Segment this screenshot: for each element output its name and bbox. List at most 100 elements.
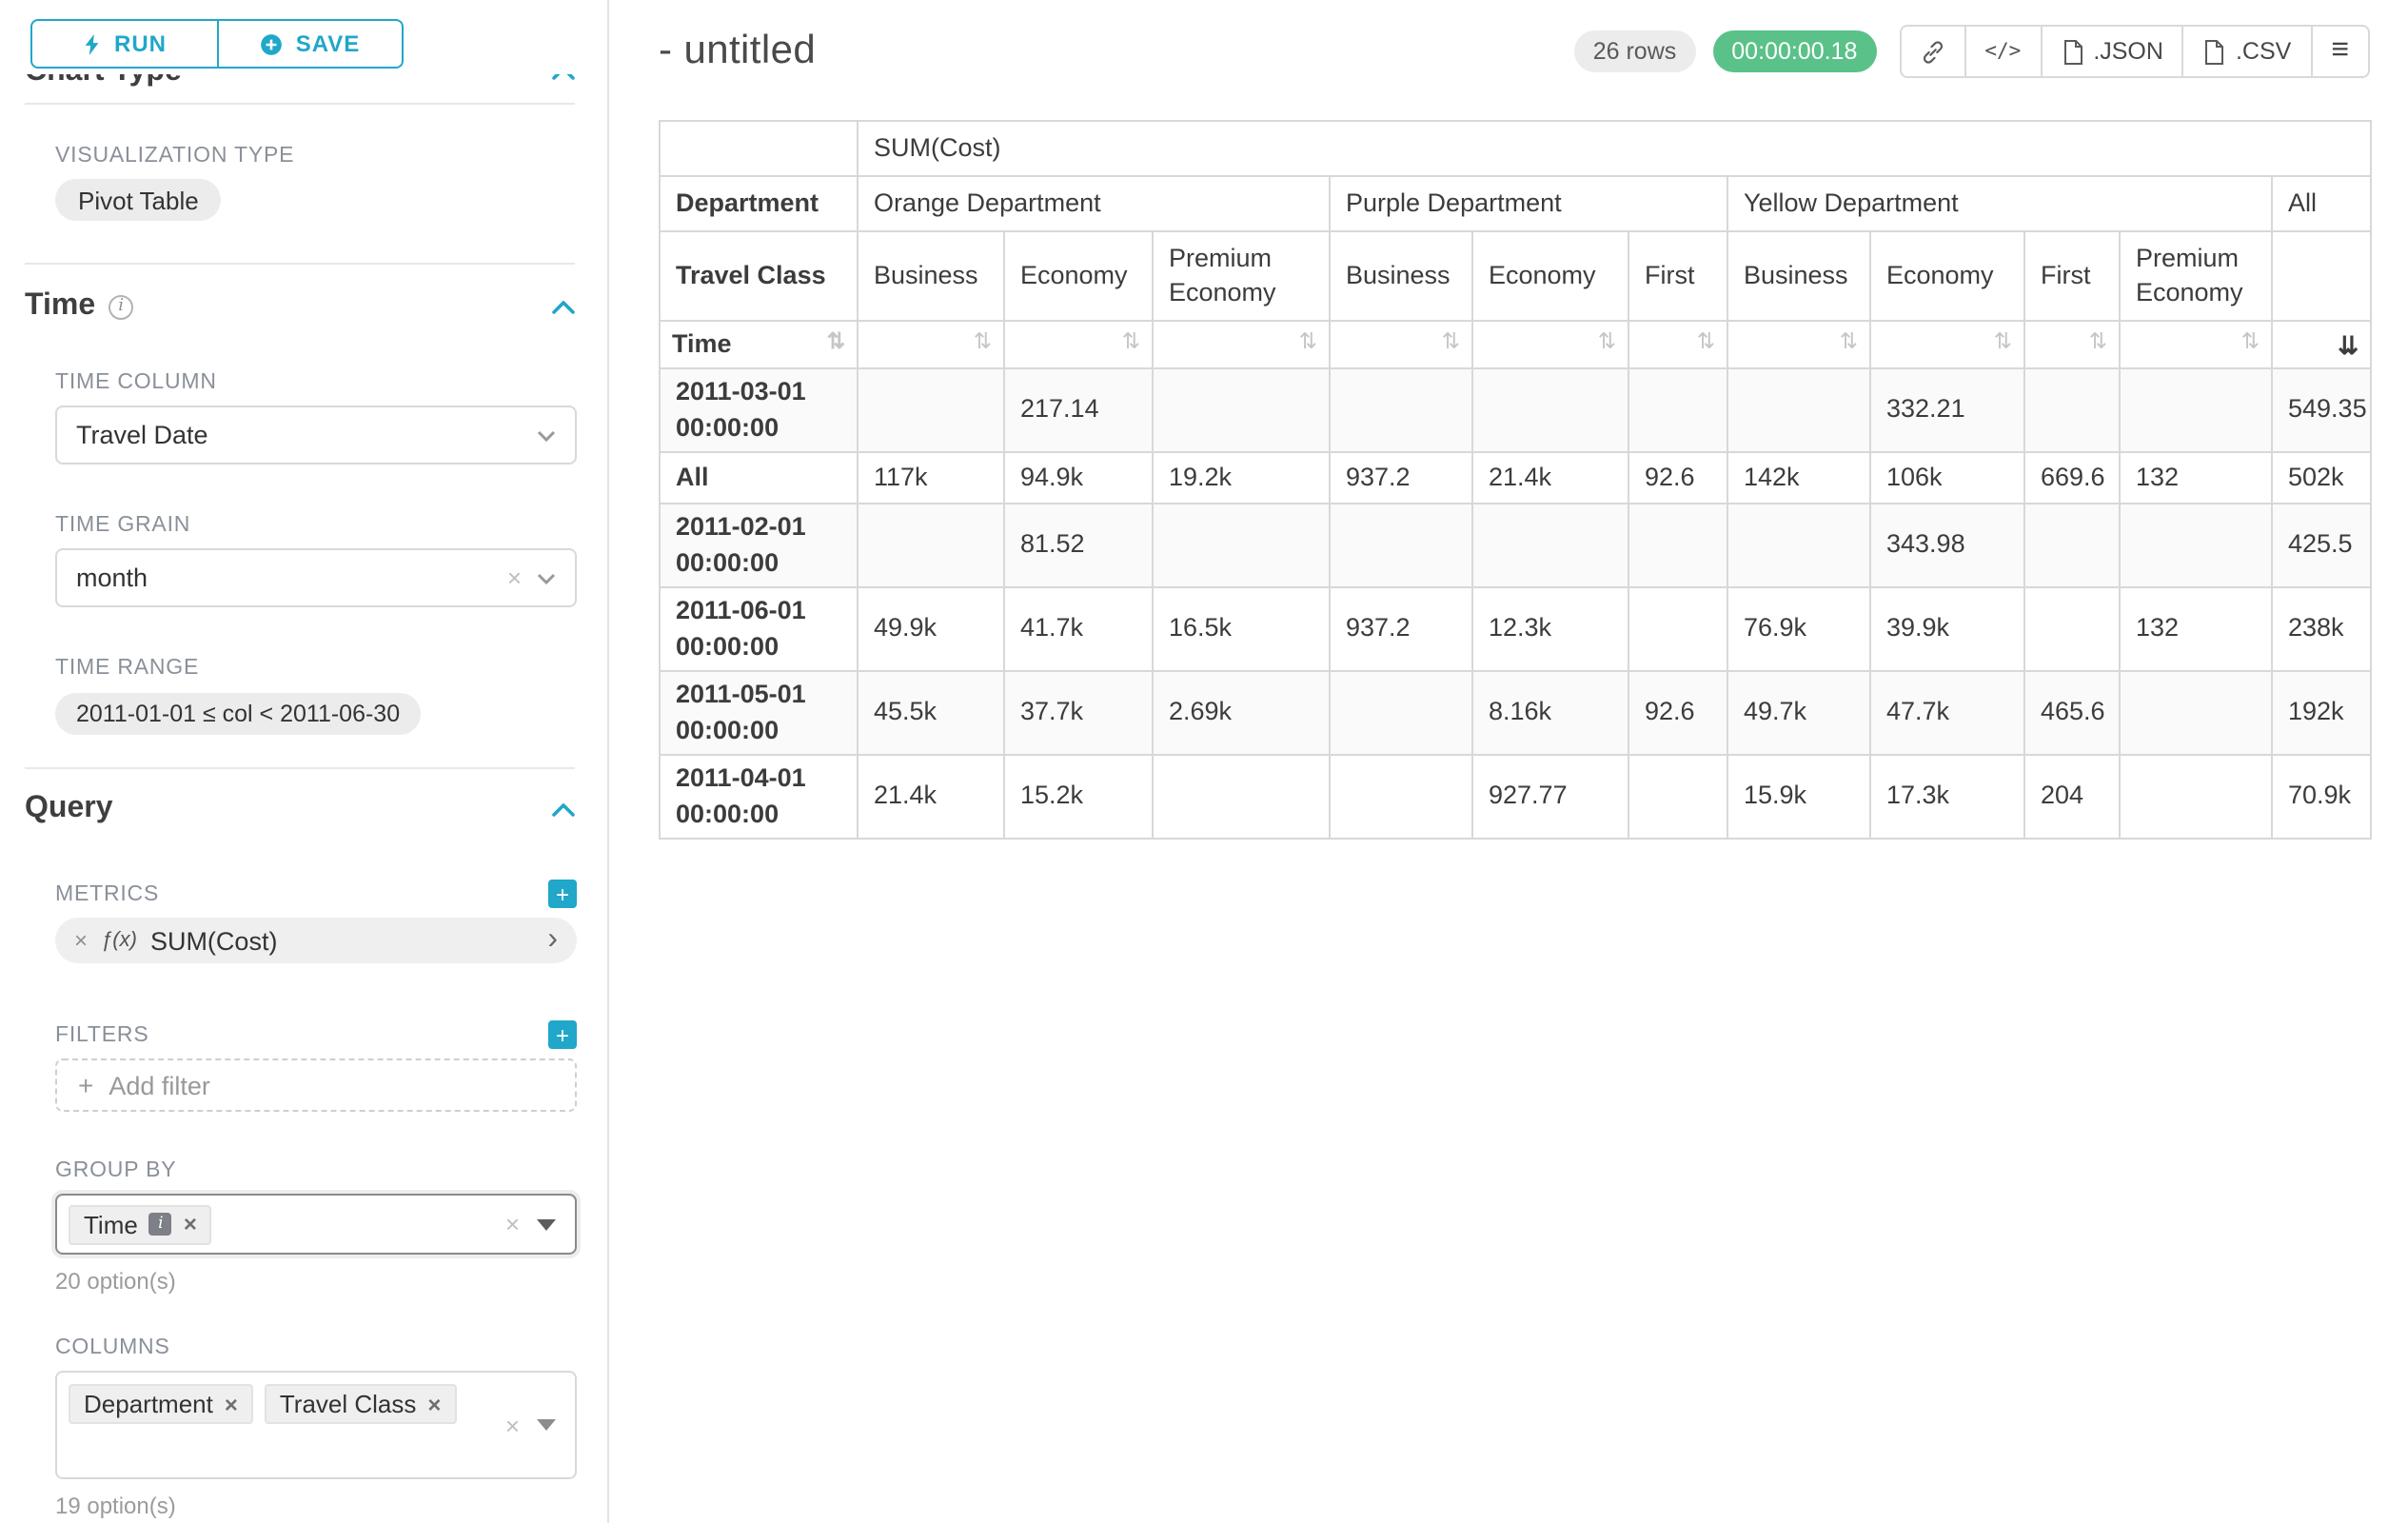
collapse-chevron-icon[interactable]	[552, 300, 575, 313]
value-cell	[1628, 368, 1727, 452]
sort-cell[interactable]: ⇅	[1153, 321, 1330, 368]
query-section-title: Query	[25, 792, 113, 826]
value-cell	[1628, 755, 1727, 839]
value-cell: 15.2k	[1004, 755, 1153, 839]
time-label-cell[interactable]: Time⇅	[660, 321, 858, 368]
chart-header: - untitled 26 rows 00:00:00.18 </>	[659, 25, 2370, 78]
value-cell: 81.52	[1004, 504, 1153, 587]
value-cell	[1330, 755, 1472, 839]
row-header-cell: 2011-05-01 00:00:00	[660, 671, 858, 755]
bolt-icon	[82, 31, 103, 56]
sort-cell[interactable]: ⇅	[858, 321, 1004, 368]
sort-icon[interactable]: ⇅	[1122, 334, 1140, 356]
csv-label: .CSV	[2236, 38, 2291, 65]
save-button[interactable]: SAVE	[216, 19, 404, 69]
clear-icon[interactable]: ×	[505, 1212, 520, 1236]
travel-class-cell: Business	[858, 231, 1004, 321]
value-cell: 76.9k	[1727, 587, 1870, 671]
sort-icon[interactable]: ⇅	[2089, 334, 2107, 356]
value-cell	[858, 368, 1004, 452]
sort-icon[interactable]: ⇅	[1598, 334, 1616, 356]
columns-label: COLUMNS	[55, 1336, 575, 1359]
embed-code-button[interactable]: </>	[1964, 25, 2042, 78]
time-range-pill[interactable]: 2011-01-01 ≤ col < 2011-06-30	[55, 693, 421, 735]
value-cell: 669.6	[2024, 452, 2120, 504]
sort-cell[interactable]: ⇅	[1472, 321, 1628, 368]
chart-area: - untitled 26 rows 00:00:00.18 </>	[609, 0, 2408, 1523]
time-section-title: Time	[25, 289, 95, 324]
value-tag[interactable]: Department×	[69, 1384, 253, 1424]
collapse-chevron-icon[interactable]	[552, 802, 575, 816]
value-cell: 425.5	[2272, 504, 2371, 587]
group-by-options-hint: 20 option(s)	[55, 1268, 575, 1295]
value-cell: 132	[2120, 587, 2272, 671]
table-row: 2011-05-01 00:00:0045.5k37.7k2.69k8.16k9…	[660, 671, 2371, 755]
columns-tags: Department× Travel Class×	[69, 1384, 456, 1424]
clear-icon[interactable]: ×	[505, 1413, 520, 1437]
add-filter-button[interactable]: + Add filter	[55, 1058, 577, 1112]
export-json-button[interactable]: .JSON	[2040, 25, 2184, 78]
sort-icon[interactable]: ⇅	[1442, 334, 1460, 356]
sort-cell[interactable]: ⇅	[1330, 321, 1472, 368]
time-grain-value: month	[76, 564, 148, 592]
value-cell: 21.4k	[1472, 452, 1628, 504]
value-cell: 19.2k	[1153, 452, 1330, 504]
remove-tag-icon[interactable]: ×	[427, 1393, 441, 1415]
value-tag[interactable]: Travel Class×	[265, 1384, 457, 1424]
remove-tag-icon[interactable]: ×	[225, 1393, 238, 1415]
sort-icon[interactable]: ⇅	[1697, 334, 1715, 356]
collapse-chevron-icon[interactable]	[552, 74, 575, 79]
tag-label: Time	[84, 1210, 138, 1238]
sort-cell[interactable]: ⇅	[1004, 321, 1153, 368]
menu-button[interactable]: ≡	[2310, 25, 2370, 78]
value-cell	[858, 504, 1004, 587]
chart-title[interactable]: - untitled	[659, 29, 816, 74]
value-cell	[1472, 368, 1628, 452]
file-icon	[2203, 39, 2226, 64]
sort-cell[interactable]: ⇅	[2024, 321, 2120, 368]
department-group-cell: Yellow Department	[1727, 176, 2272, 231]
divider	[25, 263, 575, 265]
add-filter-plus-button[interactable]: +	[548, 1020, 577, 1049]
columns-select[interactable]: Department× Travel Class× ×	[55, 1371, 577, 1479]
add-metric-button[interactable]: +	[548, 880, 577, 908]
add-filter-label: Add filter	[109, 1071, 210, 1099]
visualization-type-pill[interactable]: Pivot Table	[55, 179, 222, 221]
clear-icon[interactable]: ×	[507, 565, 522, 590]
sort-cell[interactable]: ⇅	[2120, 321, 2272, 368]
sort-icon[interactable]: ⇅	[1994, 334, 2012, 356]
remove-metric-icon[interactable]: ×	[74, 927, 88, 954]
travel-class-cell: Business	[1330, 231, 1472, 321]
sort-icon[interactable]: ⇅	[1299, 334, 1317, 356]
value-cell: 41.7k	[1004, 587, 1153, 671]
value-cell	[1153, 368, 1330, 452]
sort-cell[interactable]: ⇊	[2272, 321, 2371, 368]
sort-icon[interactable]: ⇅	[1840, 334, 1858, 356]
value-cell: 192k	[2272, 671, 2371, 755]
plus-icon: +	[78, 1072, 93, 1098]
value-tag[interactable]: Timei×	[69, 1204, 212, 1244]
sort-descending-icon[interactable]: ⇊	[2338, 332, 2359, 357]
sort-cell[interactable]: ⇅	[1870, 321, 2024, 368]
value-cell: 927.77	[1472, 755, 1628, 839]
sort-icon[interactable]: ⇅	[2241, 334, 2260, 356]
time-grain-select[interactable]: month ×	[55, 548, 577, 607]
value-cell	[1727, 504, 1870, 587]
divider	[25, 767, 575, 769]
sort-icon[interactable]: ⇅	[974, 334, 992, 356]
caret-right-icon[interactable]: ›	[547, 925, 558, 956]
value-cell: 37.7k	[1004, 671, 1153, 755]
export-csv-button[interactable]: .CSV	[2182, 25, 2312, 78]
value-cell	[1153, 504, 1330, 587]
time-column-select[interactable]: Travel Date	[55, 405, 577, 465]
sort-icon[interactable]: ⇅	[827, 334, 845, 356]
run-button[interactable]: RUN	[30, 19, 218, 69]
remove-tag-icon[interactable]: ×	[184, 1213, 197, 1236]
metric-pill[interactable]: × ƒ(x) SUM(Cost) ›	[55, 918, 577, 963]
sort-cell[interactable]: ⇅	[1628, 321, 1727, 368]
value-cell: 217.14	[1004, 368, 1153, 452]
value-cell: 106k	[1870, 452, 2024, 504]
sort-cell[interactable]: ⇅	[1727, 321, 1870, 368]
copy-link-button[interactable]	[1899, 25, 1965, 78]
group-by-select[interactable]: Timei× ×	[55, 1194, 577, 1255]
